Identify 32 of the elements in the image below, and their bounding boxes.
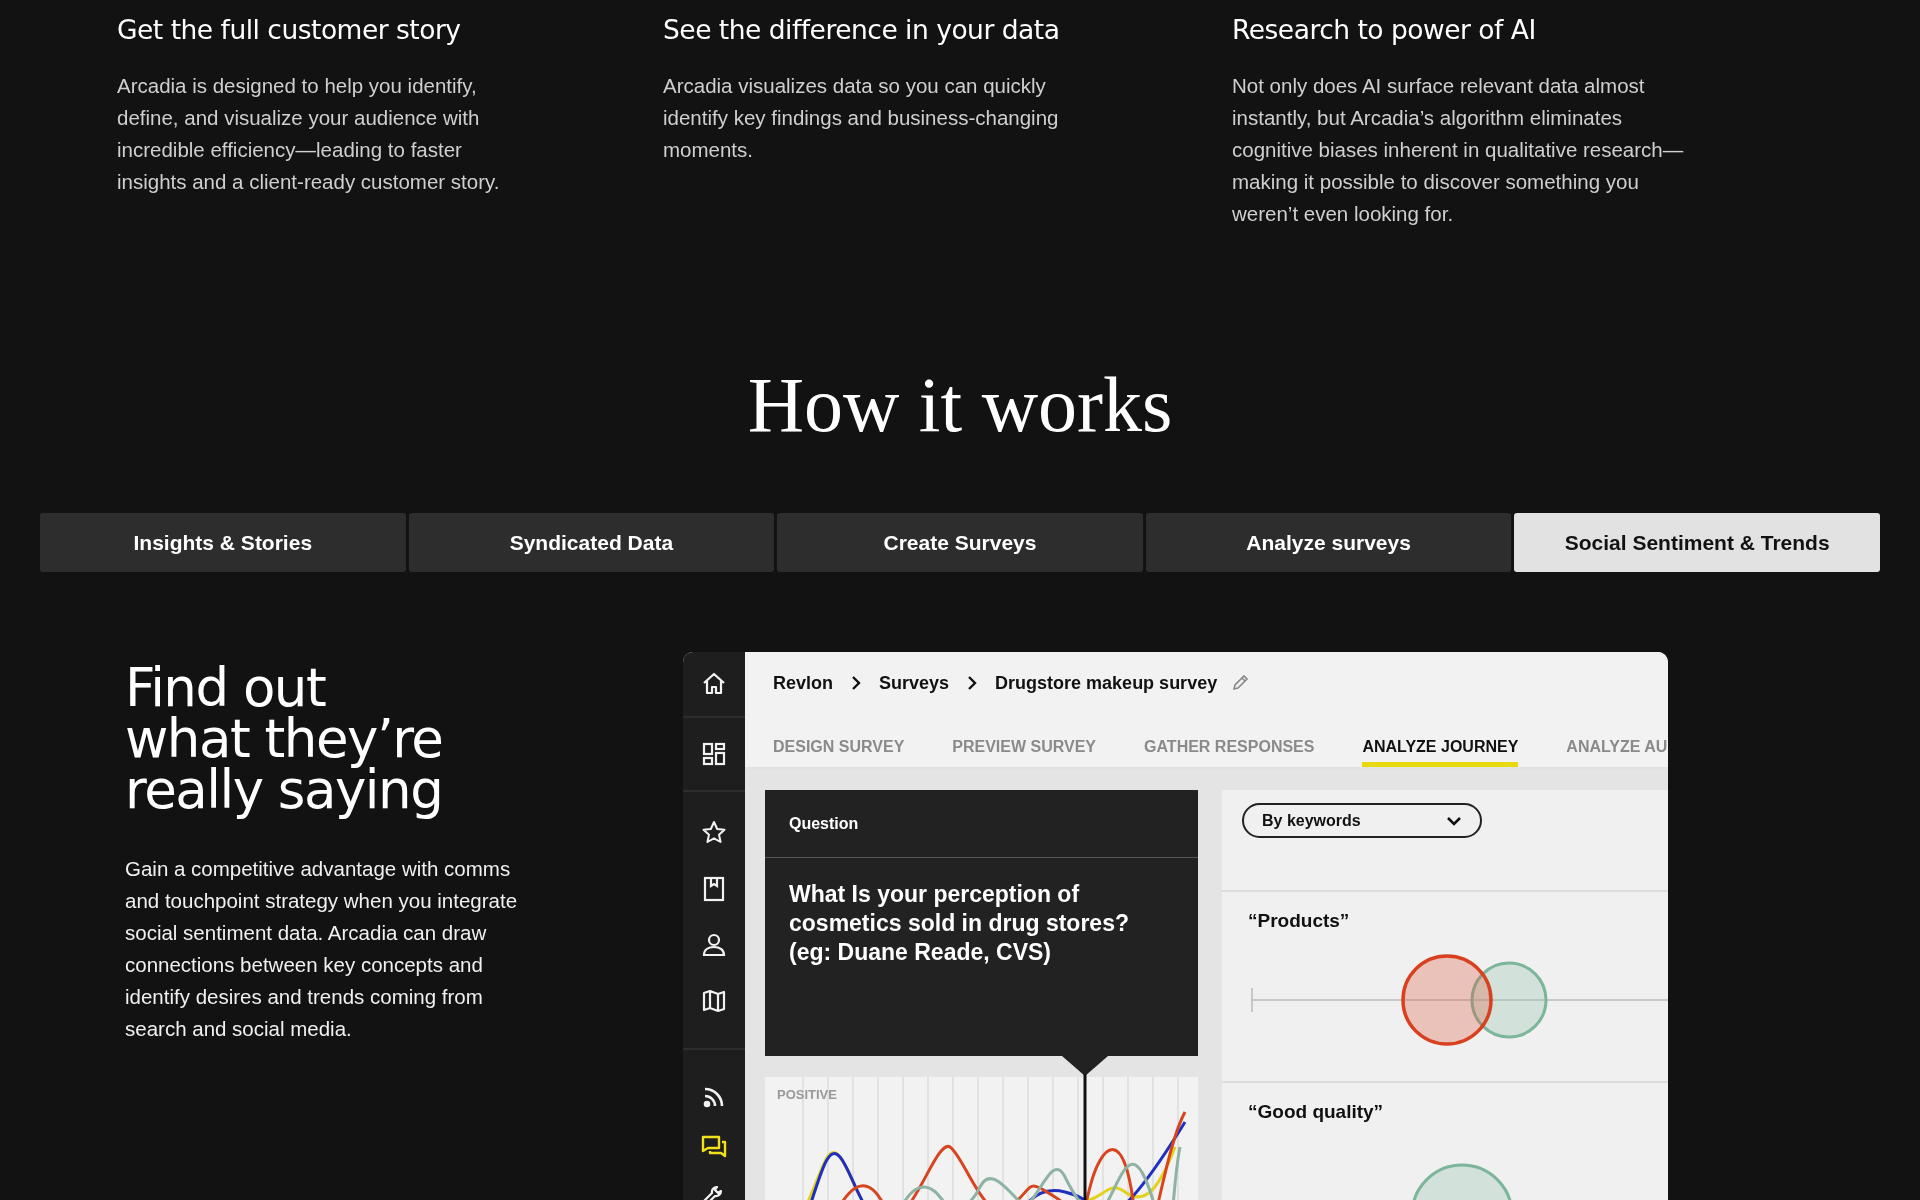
bookmark-icon[interactable]: [701, 876, 727, 902]
chart-label: POSITIVE: [777, 1087, 837, 1102]
feature-text: Not only does AI surface relevant data almost instantly, but Arcadia’s algorithm eliminates cognitive biases inherent in qualitative research—making it possible to discover something you weren’t even looking for.: [1232, 73, 1685, 227]
map-icon[interactable]: [701, 988, 727, 1014]
keyword-dropdown[interactable]: By keywords: [1242, 803, 1482, 839]
feature-text: Arcadia visualizes data so you can quickly identify key findings and business-changing moments.: [663, 73, 1060, 163]
breadcrumb-link[interactable]: Surveys: [879, 672, 950, 694]
star-icon[interactable]: [701, 820, 727, 846]
section-tab[interactable]: Insights & Stories: [40, 513, 406, 572]
section-tab[interactable]: Create Surveys: [777, 513, 1143, 572]
panel-heading: Find out what they’re really saying: [125, 656, 444, 822]
breadcrumb-link[interactable]: Revlon: [773, 672, 833, 694]
feature-text: Arcadia is designed to help you identify, define, and visualize your audience with incredible efficiency—leading to faster insights and a client-ready customer story.: [117, 73, 501, 195]
feature-title: Research to power of AI: [1232, 14, 1537, 45]
keyword-title: “Products”: [1248, 910, 1351, 933]
section-tab[interactable]: Analyze surveys: [1145, 513, 1512, 572]
section-title: How it works: [747, 360, 1173, 450]
feature-title: See the difference in your data: [663, 14, 1061, 45]
question-text: What Is your perception of cosmetics sold in drug stores? (eg: Duane Reade, CVS): [788, 880, 1130, 967]
section-tab[interactable]: Syndicated Data: [408, 513, 775, 572]
person-icon[interactable]: [701, 932, 727, 958]
home-icon[interactable]: [701, 671, 727, 697]
pencil-icon[interactable]: [1231, 674, 1250, 692]
keyword-title: “Good quality”: [1248, 1101, 1385, 1124]
breadcrumb-link[interactable]: Drugstore makeup survey: [995, 672, 1218, 694]
question-label: Question: [765, 790, 1198, 858]
section-tab[interactable]: Social Sentiment & Trends: [1514, 513, 1880, 572]
grid-icon[interactable]: [701, 741, 727, 767]
chat-icon[interactable]: [701, 1134, 727, 1160]
chevron-icon: [849, 676, 863, 690]
panel-text: Gain a competitive advantage with comms and touchpoint strategy when you integrate social sentiment data. Arcadia can draw connections between key concepts and identify desires and trends coming from search and social media.: [125, 856, 519, 1042]
feature-title: Get the full customer story: [117, 14, 462, 45]
